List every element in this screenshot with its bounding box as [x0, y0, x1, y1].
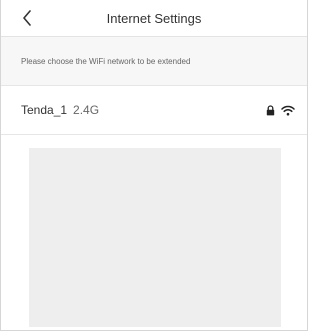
network-list-item[interactable]: Tenda_1 2.4G [1, 86, 307, 135]
network-band: 2.4G [73, 103, 100, 117]
page-title: Internet Settings [106, 10, 202, 26]
network-status-icons [266, 104, 295, 116]
lock-icon [266, 104, 275, 115]
header-bar: Internet Settings [1, 0, 307, 37]
chevron-left-icon [23, 10, 31, 26]
instruction-row: Please choose the WiFi network to be ext… [1, 37, 307, 86]
network-list-placeholder [29, 148, 281, 327]
back-button[interactable] [13, 0, 41, 36]
network-ssid: Tenda_1 [21, 103, 68, 117]
wifi-signal-icon [281, 105, 295, 115]
internet-settings-screen: Internet Settings Please choose the WiFi… [0, 0, 308, 331]
instruction-text: Please choose the WiFi network to be ext… [21, 56, 191, 66]
